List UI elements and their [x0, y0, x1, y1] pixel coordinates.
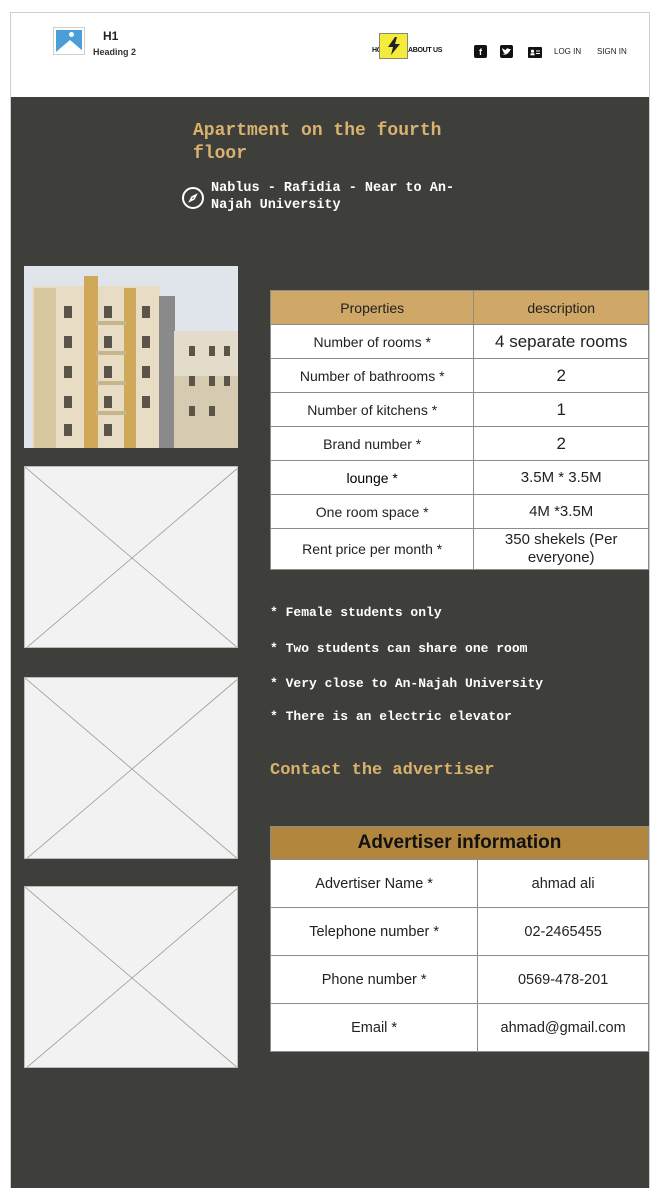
properties-table: Properties description Number of rooms *… — [269, 290, 649, 570]
image-placeholder[interactable] — [24, 677, 238, 859]
list-item: * There is an electric elevator — [270, 709, 512, 724]
list-item: * Very close to An-Najah University — [270, 676, 544, 691]
property-value: 1 — [473, 392, 649, 427]
advertiser-value: 02-2465455 — [477, 907, 649, 956]
table-row: Telephone number * 02-2465455 — [269, 907, 649, 956]
advertiser-value: ahmad@gmail.com — [477, 1003, 649, 1052]
table-row: Rent price per month * 350 shekels (Per … — [269, 528, 649, 570]
property-value: 4M *3.5M — [473, 494, 649, 529]
property-label: lounge * — [269, 460, 475, 495]
image-placeholder[interactable] — [24, 466, 238, 648]
advertiser-value: 0569-478-201 — [477, 955, 649, 1004]
list-item: * Female students only — [270, 605, 442, 620]
property-label: Number of kitchens * — [269, 392, 475, 427]
property-value: 2 — [473, 426, 649, 461]
image-icon[interactable] — [53, 27, 85, 55]
contact-heading: Contact the advertiser — [270, 761, 495, 780]
site-subtitle: Heading 2 — [93, 47, 137, 57]
property-label: Number of rooms * — [269, 324, 475, 359]
listing-title: Apartment on the fourth floor — [193, 121, 442, 164]
property-label: Rent price per month * — [269, 528, 475, 570]
table-row: Advertiser Name * ahmad ali — [269, 859, 649, 908]
table-row: Number of bathrooms * 2 — [269, 358, 649, 393]
login-link[interactable]: LOG IN — [554, 47, 581, 56]
advertiser-label: Email * — [269, 1003, 479, 1052]
facebook-icon[interactable]: f — [474, 45, 487, 58]
apartment-photo[interactable] — [24, 266, 238, 448]
compass-icon — [182, 187, 204, 209]
table-header-row: Properties description — [269, 290, 649, 325]
advertiser-value: ahmad ali — [477, 859, 649, 908]
listing-location: Nablus - Rafidia - Near to An-Najah Univ… — [211, 181, 455, 213]
advertiser-table: Advertiser information Advertiser Name *… — [269, 826, 649, 1052]
advertiser-label: Phone number * — [269, 955, 479, 1004]
advertiser-label: Advertiser Name * — [269, 859, 479, 908]
column-header-description: description — [473, 290, 649, 325]
table-row: Phone number * 0569-478-201 — [269, 955, 649, 1004]
table-row: Number of kitchens * 1 — [269, 392, 649, 427]
advertiser-label: Telephone number * — [269, 907, 479, 956]
list-item: * Two students can share one room — [270, 641, 528, 656]
table-row: One room space * 4M *3.5M — [269, 494, 649, 529]
image-placeholder[interactable] — [24, 886, 238, 1068]
table-row: Email * ahmad@gmail.com — [269, 1003, 649, 1052]
property-value: 2 — [473, 358, 649, 393]
table-row: lounge * 3.5M * 3.5M — [269, 460, 649, 495]
table-row: Brand number * 2 — [269, 426, 649, 461]
contact-card-icon[interactable] — [528, 47, 542, 58]
table-header-row: Advertiser information — [270, 826, 649, 860]
table-row: Number of rooms * 4 separate rooms — [269, 324, 649, 359]
nav-about-link[interactable]: ABOUT US — [408, 47, 442, 54]
twitter-icon[interactable] — [500, 45, 513, 58]
property-value: 350 shekels (Per everyone) — [473, 528, 649, 570]
property-value: 4 separate rooms — [473, 324, 649, 359]
property-value: 3.5M * 3.5M — [473, 460, 649, 495]
advertiser-table-title: Advertiser information — [270, 826, 649, 860]
site-header: H1 Heading 2 HOME ABOUT US f LOG IN SIGN… — [11, 13, 649, 97]
bolt-icon — [379, 33, 408, 59]
signin-link[interactable]: SIGN IN — [597, 47, 627, 56]
property-label: Brand number * — [269, 426, 475, 461]
property-label: One room space * — [269, 494, 475, 529]
site-title: H1 — [103, 29, 119, 43]
property-label: Number of bathrooms * — [269, 358, 475, 393]
column-header-properties: Properties — [269, 290, 475, 325]
